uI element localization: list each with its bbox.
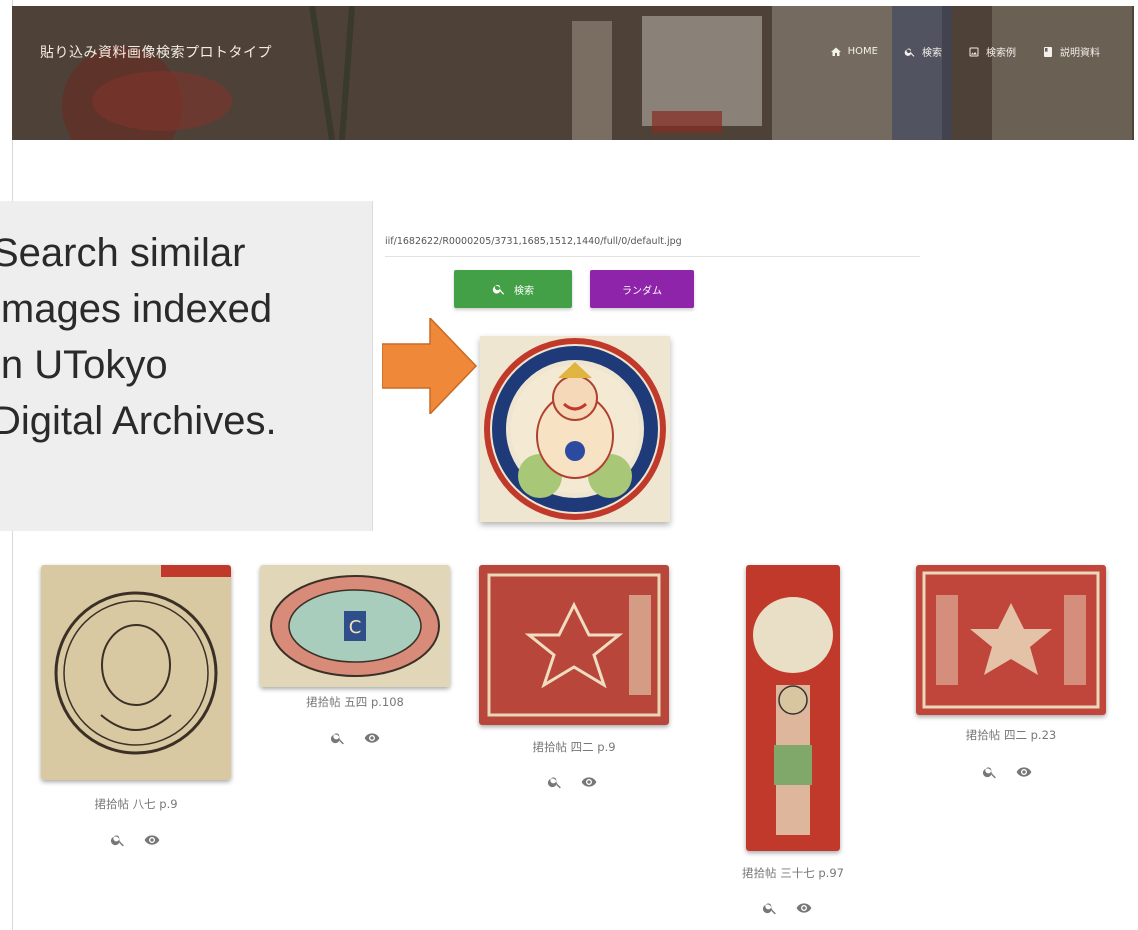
nav-search[interactable]: 検索 bbox=[904, 44, 942, 59]
result-label-5[interactable]: 捃拾帖 四二 p.23 bbox=[916, 727, 1106, 743]
header-overlay bbox=[12, 6, 1134, 140]
result-actions-3 bbox=[547, 774, 597, 790]
result-actions-5 bbox=[982, 764, 1032, 780]
image-icon bbox=[969, 47, 979, 56]
result-image-4[interactable] bbox=[746, 565, 840, 851]
eye-icon[interactable] bbox=[144, 832, 160, 848]
search-button-label: 検索 bbox=[514, 285, 534, 297]
search-icon[interactable] bbox=[547, 774, 563, 790]
result-label-2[interactable]: 捃拾帖 五四 p.108 bbox=[260, 694, 450, 710]
annotation-callout: Search similar images indexed in UTokyo … bbox=[0, 201, 373, 531]
home-icon bbox=[830, 47, 841, 56]
callout-text: Search similar images indexed in UTokyo … bbox=[0, 231, 277, 443]
nav-docs[interactable]: 説明資料 bbox=[1042, 44, 1100, 59]
eye-icon[interactable] bbox=[364, 730, 380, 746]
search-icon bbox=[904, 48, 915, 57]
random-button-label: ランダム bbox=[622, 285, 662, 297]
site-header: 貼り込み資料画像検索プロトタイプ HOME 検索 検索例 説明資料 bbox=[12, 6, 1134, 140]
nav-docs-label: 説明資料 bbox=[1060, 48, 1100, 59]
svg-text:C: C bbox=[349, 617, 362, 638]
result-actions-4 bbox=[762, 900, 812, 916]
search-icon[interactable] bbox=[110, 832, 126, 848]
nav-search-label: 検索 bbox=[922, 48, 942, 59]
eye-icon[interactable] bbox=[1016, 764, 1032, 780]
random-button[interactable]: ランダム bbox=[590, 270, 694, 308]
result-image-3[interactable] bbox=[479, 565, 669, 725]
result-image-1[interactable] bbox=[41, 565, 231, 780]
book-icon bbox=[1044, 46, 1052, 57]
result-image-5[interactable] bbox=[916, 565, 1106, 715]
result-actions-2 bbox=[330, 730, 380, 746]
image-url-input[interactable]: iif/1682622/R0000205/3731,1685,1512,1440… bbox=[385, 228, 920, 257]
arrow-icon bbox=[382, 318, 478, 414]
search-icon[interactable] bbox=[762, 900, 778, 916]
result-label-3[interactable]: 捃拾帖 四二 p.9 bbox=[479, 739, 669, 755]
search-button[interactable]: 検索 bbox=[454, 270, 572, 308]
result-actions-1 bbox=[110, 832, 160, 848]
result-image-2[interactable]: C bbox=[260, 565, 450, 687]
site-title[interactable]: 貼り込み資料画像検索プロトタイプ bbox=[40, 42, 272, 62]
eye-icon[interactable] bbox=[581, 774, 597, 790]
nav-examples-label: 検索例 bbox=[986, 48, 1016, 59]
nav-home[interactable]: HOME bbox=[830, 46, 878, 58]
query-image[interactable] bbox=[480, 336, 670, 522]
result-label-1[interactable]: 捃拾帖 八七 p.9 bbox=[41, 796, 231, 812]
search-icon[interactable] bbox=[982, 764, 998, 780]
nav-examples[interactable]: 検索例 bbox=[968, 44, 1016, 59]
search-icon[interactable] bbox=[330, 730, 346, 746]
eye-icon[interactable] bbox=[796, 900, 812, 916]
search-icon bbox=[492, 284, 505, 295]
main-nav: HOME 検索 検索例 説明資料 bbox=[830, 44, 1100, 59]
nav-home-label: HOME bbox=[847, 46, 878, 57]
result-label-4[interactable]: 捃拾帖 三十七 p.97 bbox=[700, 865, 886, 881]
